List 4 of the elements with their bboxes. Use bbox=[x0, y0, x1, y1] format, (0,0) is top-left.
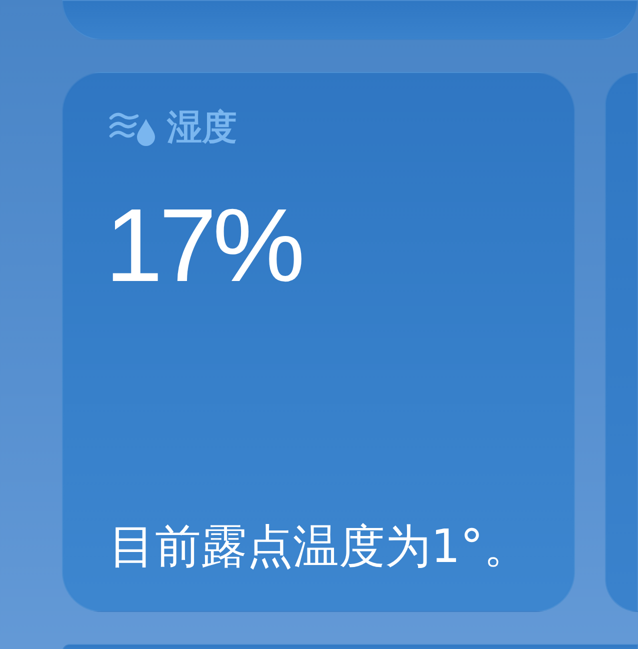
droplet-waves-icon bbox=[109, 110, 157, 146]
dew-point-text: 目前露点温度为1°。 bbox=[109, 519, 530, 573]
humidity-value: 17% bbox=[105, 191, 302, 301]
card-title: 湿度 bbox=[167, 107, 237, 149]
